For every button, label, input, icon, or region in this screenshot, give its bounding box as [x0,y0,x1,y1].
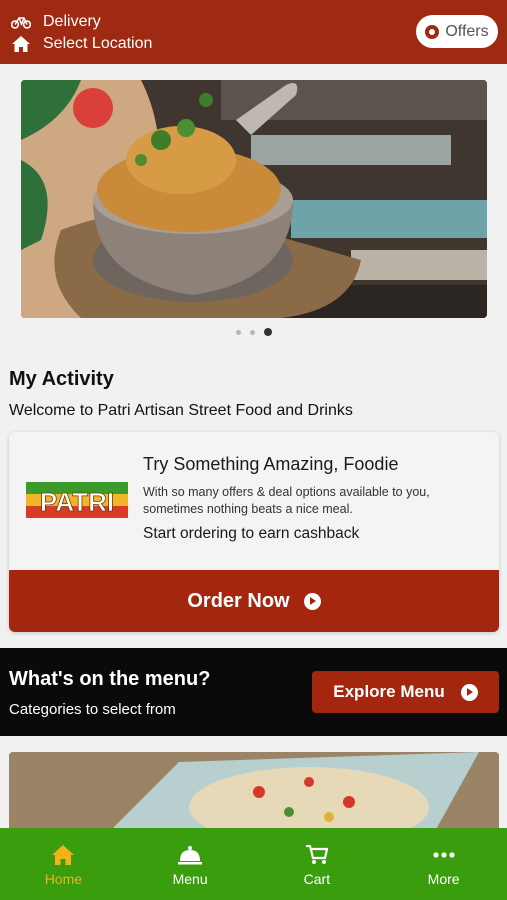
location-selector[interactable]: Select Location [10,34,152,54]
carousel-dot-active[interactable] [263,328,272,336]
carousel-dot[interactable] [249,329,255,335]
tab-home[interactable]: Home [0,828,127,900]
welcome-text: Welcome to Patri Artisan Street Food and… [9,402,353,419]
explore-menu-button[interactable]: Explore Menu [312,671,499,713]
carousel-indicator[interactable] [0,328,507,336]
tab-cart[interactable]: Cart [254,828,381,900]
banner-carousel[interactable] [21,80,487,318]
tab-menu-label: Menu [172,870,208,887]
biryani-image [21,80,487,318]
offer-badge-icon [425,24,440,39]
promo-card: PATRI Try Something Amazing, Foodie With… [9,432,499,632]
activity-title: My Activity [9,368,114,390]
svg-text:PATRI: PATRI [40,487,114,517]
promo-headline: Try Something Amazing, Foodie [143,454,399,474]
patri-logo: PATRI [26,482,128,518]
location-label: Select Location [43,35,153,52]
cart-icon [305,842,328,868]
arrow-circle-icon [460,683,478,701]
promo-body: With so many offers & deal options avail… [143,485,430,516]
carousel-dot[interactable] [235,329,241,335]
more-icon [433,842,455,868]
menu-section-subtitle: Categories to select from [9,701,176,718]
bottom-tab-bar: Home Menu Cart More [0,828,507,900]
order-now-button[interactable]: Order Now [9,570,499,632]
menu-section: What's on the menu? Categories to select… [0,648,507,736]
home-icon [52,842,75,868]
tab-home-label: Home [44,870,83,887]
explore-menu-label: Explore Menu [333,682,445,701]
home-icon [10,34,32,54]
top-bar: Delivery Select Location Offers [0,0,507,64]
delivery-label: Delivery [43,13,101,30]
menu-section-title: What's on the menu? [9,668,211,690]
delivery-mode[interactable]: Delivery [10,12,101,32]
tab-more-label: More [427,870,460,887]
bicycle-icon [10,12,32,32]
tab-cart-label: Cart [303,870,331,887]
arrow-circle-icon [303,592,321,610]
tab-more[interactable]: More [380,828,507,900]
order-now-label: Order Now [187,589,290,612]
offers-button[interactable]: Offers [416,15,498,48]
promo-cta-text: Start ordering to earn cashback [143,525,360,542]
offers-label: Offers [445,22,489,40]
tab-menu[interactable]: Menu [127,828,254,900]
cloche-icon [178,842,203,868]
